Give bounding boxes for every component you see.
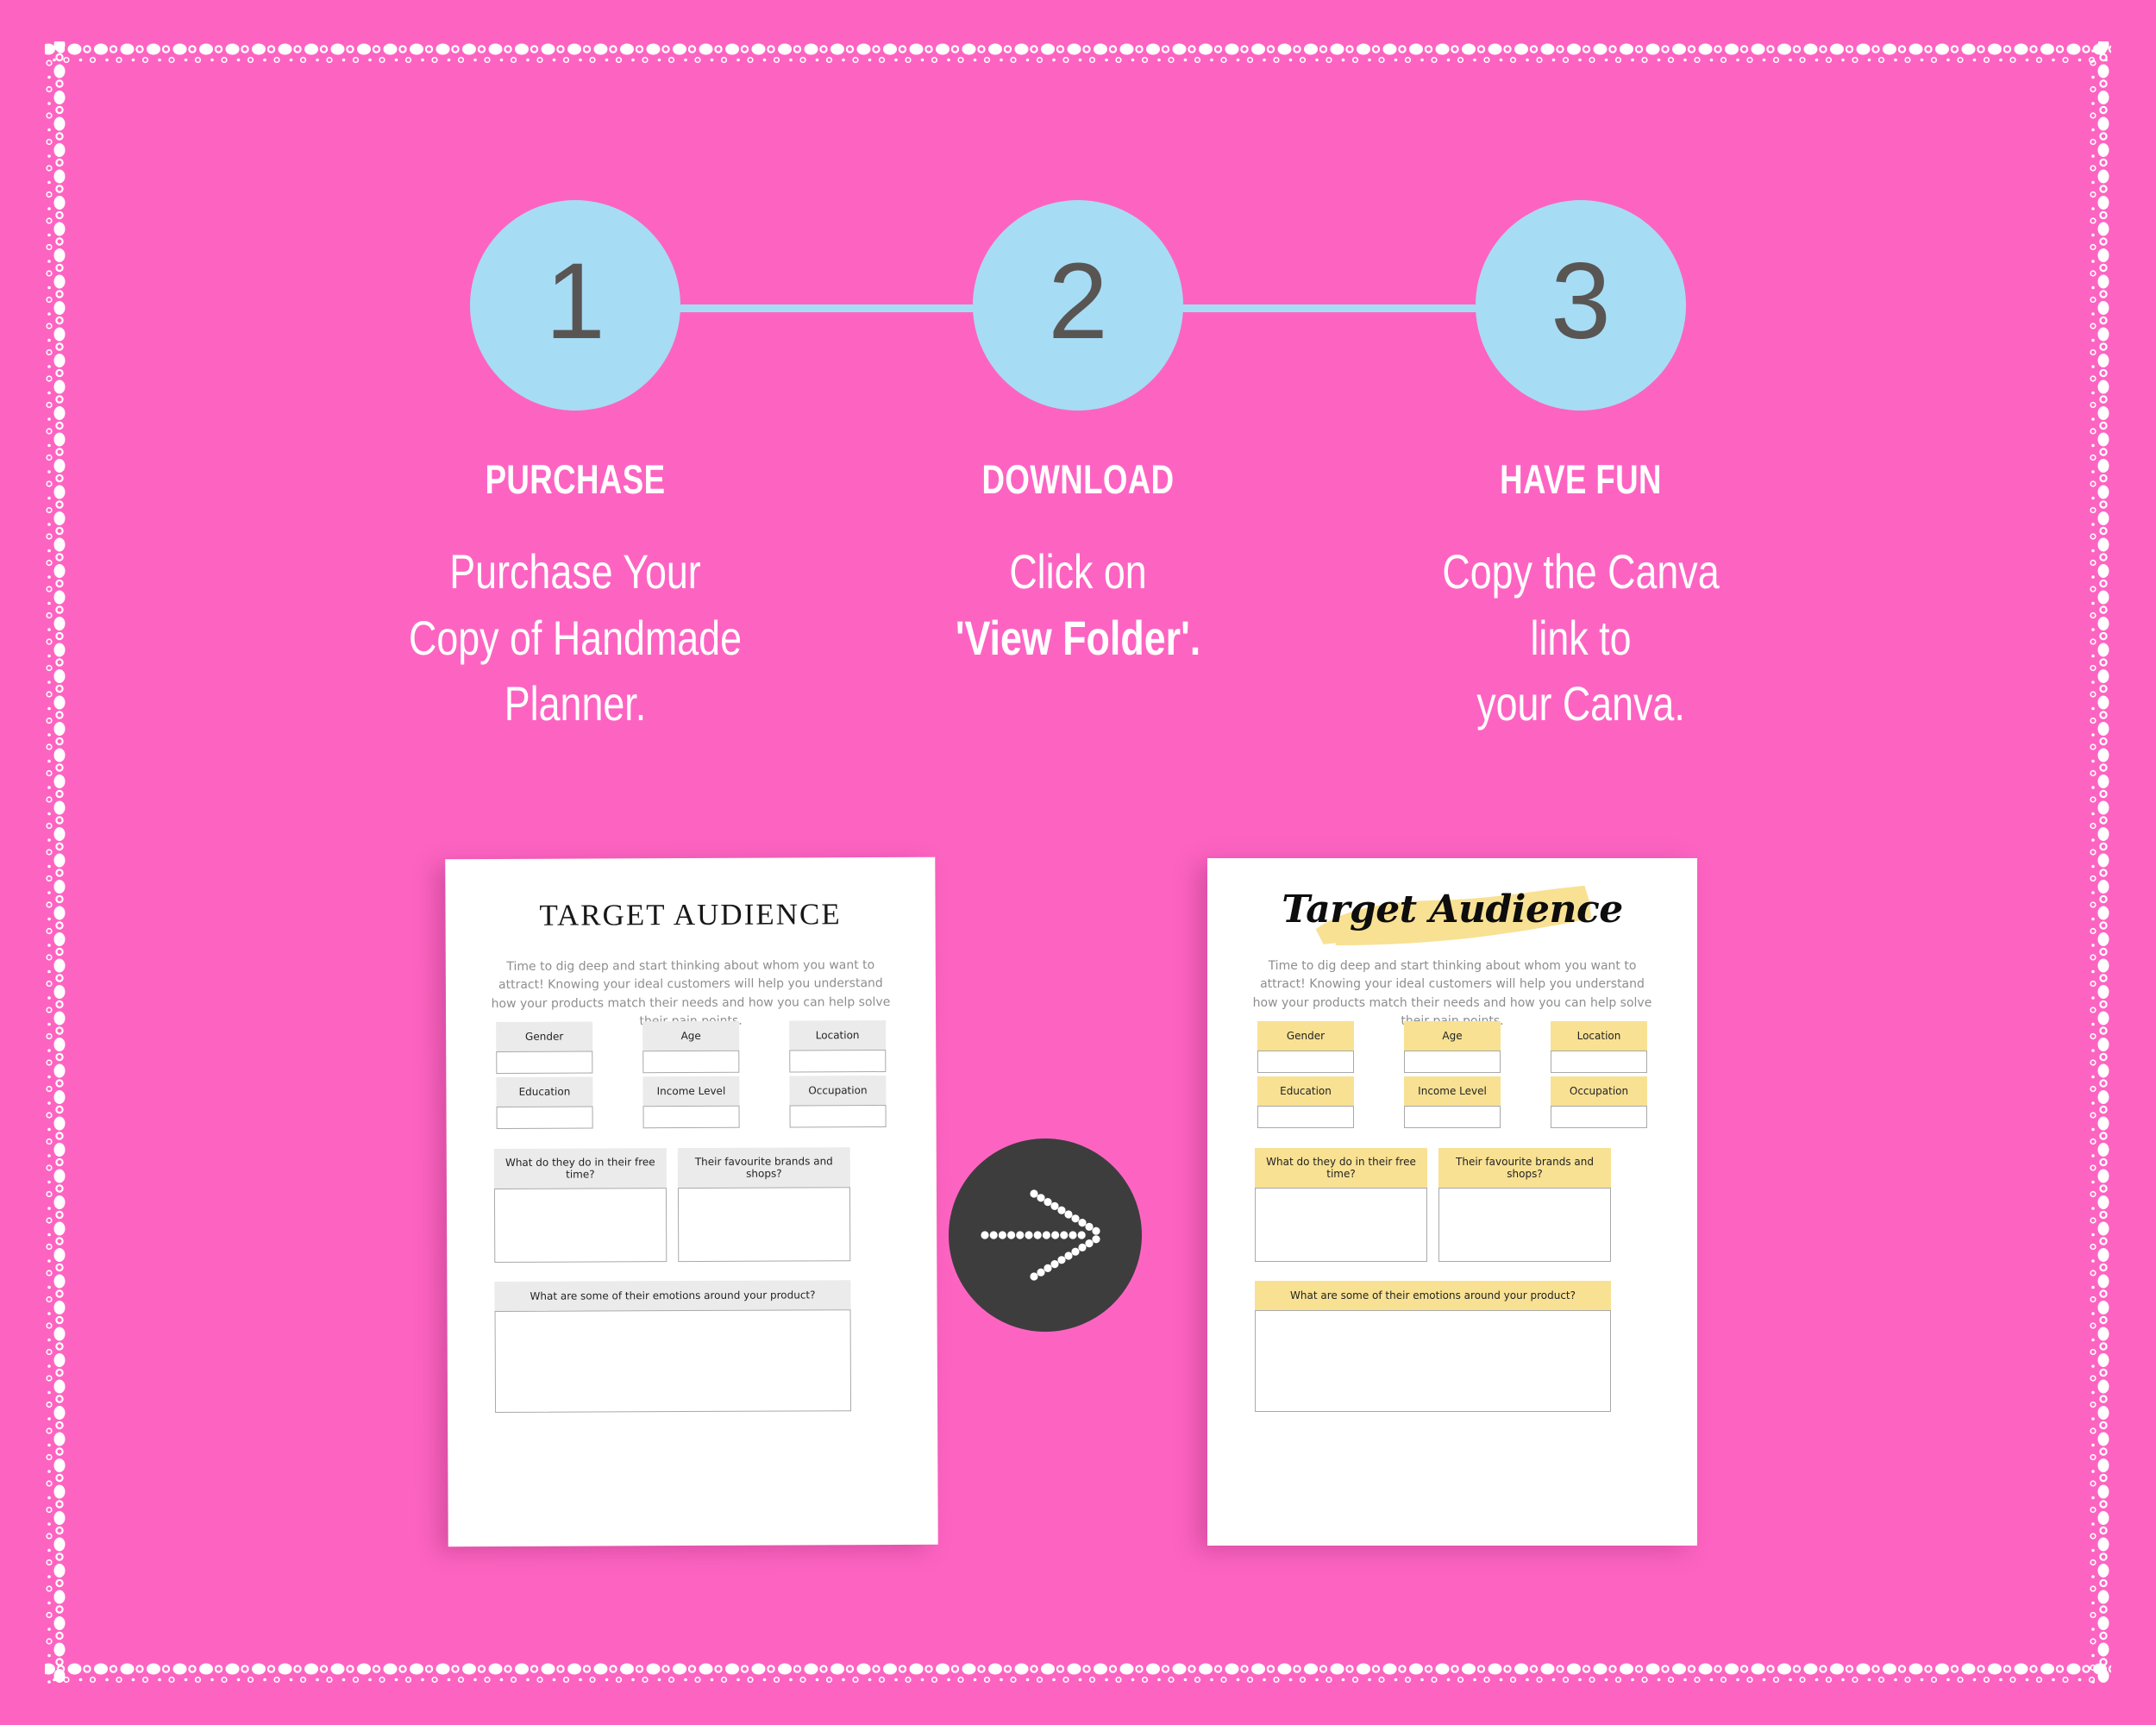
frame-edge-top <box>45 41 2111 64</box>
worksheet-field-input[interactable] <box>1257 1106 1354 1128</box>
worksheet-field-input[interactable] <box>494 1309 852 1413</box>
dotted-arrow-right-icon <box>981 1189 1100 1281</box>
worksheet-field-label: What are some of their emotions around y… <box>1255 1281 1611 1310</box>
step-body-line: Click on <box>1009 544 1147 599</box>
worksheet-field: Age <box>1404 1021 1501 1073</box>
worksheet-field: Education <box>1257 1076 1354 1128</box>
worksheet-field-input[interactable] <box>1551 1051 1647 1073</box>
worksheet-field: Income Level <box>1404 1076 1501 1128</box>
worksheet-field: Income Level <box>642 1076 740 1129</box>
worksheet-field-label: Their favourite brands and shops? <box>1438 1148 1611 1188</box>
worksheet-field: Education <box>496 1076 593 1129</box>
worksheet-field: Location <box>789 1020 887 1073</box>
worksheet-field-label: Gender <box>1257 1021 1354 1051</box>
worksheet-field: What are some of their emotions around y… <box>1255 1281 1611 1412</box>
worksheet-field-label: Age <box>642 1020 740 1051</box>
worksheet-field-input[interactable] <box>1404 1051 1501 1073</box>
worksheet-field-input[interactable] <box>642 1050 740 1074</box>
worksheet-field: What do they do in their free time? <box>493 1148 667 1263</box>
worksheet-field-input[interactable] <box>789 1050 887 1073</box>
worksheet-field-label: Education <box>496 1076 593 1107</box>
step-body-have-fun: Copy the Canva link to your Canva. <box>1388 539 1774 737</box>
worksheet-field-label: Gender <box>496 1021 593 1051</box>
worksheet-field-input[interactable] <box>789 1105 887 1128</box>
step-heading-have-fun: HAVE FUN <box>1500 456 1662 502</box>
step-circle-3[interactable]: 3 <box>1476 200 1686 411</box>
worksheet-field: Occupation <box>789 1076 887 1128</box>
step-number-2: 2 <box>1048 241 1108 361</box>
worksheet-after[interactable]: Target Audience Time to dig deep and star… <box>1207 858 1697 1546</box>
worksheet-title: TARGET AUDIENCE <box>539 897 842 932</box>
worksheet-title: Target Audience <box>1282 888 1623 932</box>
steps-row: 1 2 3 <box>0 200 2156 416</box>
worksheet-field-label: Location <box>1551 1021 1647 1051</box>
step-body-purchase: Purchase Your Copy of Handmade Planner. <box>382 539 768 737</box>
worksheet-field-input[interactable] <box>496 1051 593 1074</box>
step-body-line-emphasis: 'View Folder'. <box>955 610 1201 665</box>
step-heading-download: DOWNLOAD <box>981 456 1175 502</box>
worksheet-field: Gender <box>1257 1021 1354 1073</box>
step-body-line: link to <box>1530 610 1632 665</box>
worksheet-field-input[interactable] <box>1551 1106 1647 1128</box>
worksheet-field-input[interactable] <box>1438 1188 1611 1262</box>
worksheet-field: What do they do in their free time? <box>1255 1148 1427 1262</box>
step-body-line: your Canva. <box>1476 676 1685 731</box>
worksheet-field-label: What are some of their emotions around y… <box>494 1280 851 1311</box>
worksheet-field: What are some of their emotions around y… <box>494 1280 852 1413</box>
connector-2-3 <box>1171 304 1483 312</box>
worksheet-field-label: Age <box>1404 1021 1501 1051</box>
worksheet-description: Time to dig deep and start thinking abou… <box>1252 959 1652 1028</box>
worksheet-title-block: Target Audience <box>1207 881 1697 955</box>
worksheet-field-input[interactable] <box>677 1187 851 1263</box>
step-body-download: Click on 'View Folder'. <box>885 539 1271 671</box>
worksheet-before[interactable]: TARGET AUDIENCE Time to dig deep and star… <box>445 856 938 1547</box>
worksheet-field-label: Occupation <box>789 1076 887 1106</box>
worksheet-field: Age <box>642 1020 740 1074</box>
worksheet-field-label: What do they do in their free time? <box>1255 1148 1427 1188</box>
worksheet-field-input[interactable] <box>642 1105 740 1129</box>
worksheet-field: Their favourite brands and shops? <box>677 1147 851 1263</box>
worksheet-field-label: Location <box>789 1020 887 1051</box>
worksheet-field: Location <box>1551 1021 1647 1073</box>
step-body-line: Planner. <box>504 676 647 731</box>
worksheet-field-label: Education <box>1257 1076 1354 1106</box>
step-heading-purchase: PURCHASE <box>485 456 666 502</box>
step-circle-2[interactable]: 2 <box>973 200 1183 411</box>
step-number-3: 3 <box>1551 241 1611 361</box>
worksheet-field-input[interactable] <box>1255 1310 1611 1412</box>
poster-canvas: 1 2 3 PURCHASE DOWNLOAD HAVE FUN Purchas… <box>0 0 2156 1725</box>
worksheet-field-input[interactable] <box>1404 1106 1501 1128</box>
step-body-line: Copy the Canva <box>1442 544 1720 599</box>
worksheet-field-input[interactable] <box>1255 1188 1427 1262</box>
transform-arrow-button[interactable] <box>949 1138 1142 1332</box>
worksheet-field: Occupation <box>1551 1076 1647 1128</box>
step-number-1: 1 <box>545 241 605 361</box>
worksheet-field: Gender <box>496 1021 593 1074</box>
worksheet-field-label: Their favourite brands and shops? <box>677 1147 850 1189</box>
worksheet-field-label: Occupation <box>1551 1076 1647 1106</box>
worksheet-field-input[interactable] <box>1257 1051 1354 1073</box>
worksheet-field-label: What do they do in their free time? <box>493 1148 667 1189</box>
worksheet-field-input[interactable] <box>496 1106 593 1129</box>
worksheet-field-label: Income Level <box>1404 1076 1501 1106</box>
worksheet-field-input[interactable] <box>493 1188 667 1263</box>
connector-1-2 <box>674 304 987 312</box>
worksheet-field: Their favourite brands and shops? <box>1438 1148 1611 1262</box>
step-body-line: Copy of Handmade <box>408 610 742 665</box>
worksheet-field-label: Income Level <box>642 1076 740 1107</box>
step-circle-1[interactable]: 1 <box>470 200 680 411</box>
frame-edge-bottom <box>45 1661 2111 1684</box>
step-body-line: Purchase Your <box>449 544 701 599</box>
